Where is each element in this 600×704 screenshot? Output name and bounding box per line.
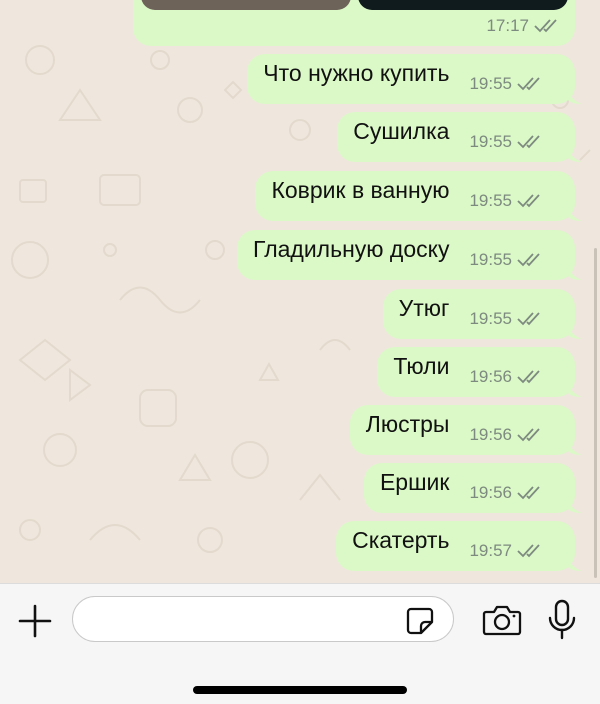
bubble-tail (568, 205, 582, 221)
outgoing-message[interactable]: Сушилка 19:55 (337, 112, 582, 162)
message-time: 19:56 (469, 425, 512, 444)
message-text: Сушилка (353, 117, 450, 144)
outgoing-message[interactable]: Скатерть 19:57 (336, 521, 582, 571)
message-meta: 19:56 (469, 425, 543, 445)
bubble-tail (568, 439, 582, 455)
message-meta: 19:57 (469, 541, 543, 561)
attach-plus-button[interactable] (18, 604, 52, 638)
message-time: 19:55 (469, 132, 512, 151)
camera-button[interactable] (482, 602, 522, 638)
message-input[interactable] (72, 596, 454, 642)
message-time: 19:55 (469, 309, 512, 328)
double-check-icon (517, 427, 543, 443)
sticker-icon (406, 607, 434, 635)
camera-icon (482, 605, 522, 636)
message-meta: 19:55 (469, 132, 543, 152)
message-time: 17:17 (486, 16, 529, 35)
message-time: 19:55 (469, 74, 512, 93)
message-text: Скатерть (352, 526, 450, 553)
message-time: 19:55 (469, 250, 512, 269)
chat-area[interactable]: 17:17 Что нужно купить 19:55 Сушилка 19:55 К… (0, 0, 600, 583)
sticker-button[interactable] (405, 606, 435, 636)
outgoing-message[interactable]: Коврик в ванную 19:55 (255, 171, 582, 221)
message-meta: 19:55 (469, 191, 543, 211)
outgoing-message[interactable]: Ершик 19:56 (363, 463, 582, 513)
double-check-icon (517, 193, 543, 209)
composer-bar (0, 583, 600, 704)
bubble-tail (568, 264, 582, 280)
double-check-icon (517, 252, 543, 268)
bubble-tail (568, 323, 582, 339)
bubble-tail (568, 555, 582, 571)
bubble-tail (568, 381, 582, 397)
message-time: 19:57 (469, 541, 512, 560)
message-meta: 19:55 (469, 74, 543, 94)
photo-thumbnail[interactable] (141, 0, 351, 10)
message-meta: 19:56 (469, 367, 543, 387)
bubble-tail (568, 146, 582, 162)
message-meta: 19:55 (469, 250, 543, 270)
message-meta: 17:17 (486, 16, 560, 36)
double-check-icon (517, 134, 543, 150)
message-time: 19:56 (469, 483, 512, 502)
plus-icon (18, 604, 52, 638)
message-time: 19:55 (469, 191, 512, 210)
double-check-icon (517, 543, 543, 559)
message-time: 19:56 (469, 367, 512, 386)
message-text: Утюг (398, 294, 450, 321)
outgoing-message[interactable]: Гладильную доску 19:55 (237, 230, 582, 280)
scrollbar[interactable] (594, 248, 597, 578)
message-text: Что нужно купить (263, 59, 450, 86)
double-check-icon (517, 485, 543, 501)
message-text: Люстры (365, 410, 450, 437)
microphone-icon (548, 599, 576, 640)
message-text: Ершик (379, 468, 450, 495)
double-check-icon (517, 76, 543, 92)
double-check-icon (517, 311, 543, 327)
outgoing-message[interactable]: Люстры 19:56 (349, 405, 582, 455)
double-check-icon (534, 18, 560, 34)
message-text: Гладильную доску (253, 235, 450, 262)
outgoing-message[interactable]: Тюли 19:56 (377, 347, 582, 397)
message-meta: 19:56 (469, 483, 543, 503)
message-text: Тюли (393, 352, 450, 379)
home-indicator (193, 686, 407, 694)
photo-thumbnail[interactable] (358, 0, 568, 10)
bubble-tail (568, 497, 582, 513)
message-text: Коврик в ванную (271, 176, 450, 203)
outgoing-message[interactable]: Утюг 19:55 (382, 289, 582, 339)
message-meta: 19:55 (469, 309, 543, 329)
bubble-tail (568, 88, 582, 104)
double-check-icon (517, 369, 543, 385)
outgoing-message[interactable]: Что нужно купить 19:55 (247, 54, 582, 104)
microphone-button[interactable] (547, 599, 577, 641)
